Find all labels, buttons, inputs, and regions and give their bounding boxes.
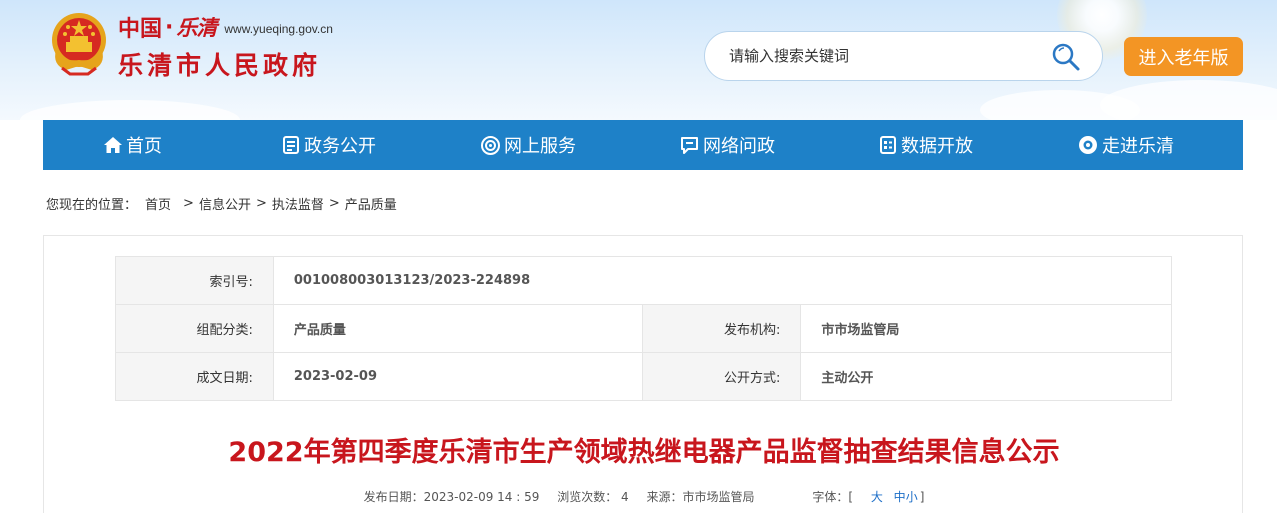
elder-mode-button[interactable]: 进入老年版 — [1124, 37, 1243, 76]
font-size-label: 字体：[ — [812, 490, 853, 504]
nav-label: 首页 — [126, 136, 162, 157]
table-row: 成文日期: 2023-02-09 公开方式: 主动公开 — [115, 352, 1172, 401]
date-value: 2023-02-09 — [272, 352, 643, 401]
nav-label: 数据开放 — [901, 136, 973, 157]
breadcrumb-separator: > — [255, 195, 267, 211]
chat-icon — [681, 136, 698, 154]
font-small-link[interactable]: 小 — [906, 490, 918, 504]
breadcrumb-item-info-disclosure[interactable]: 信息公开 — [199, 194, 251, 213]
nav-label: 走进乐清 — [1102, 136, 1174, 157]
nav-item-open-data[interactable]: 数据开放 — [878, 120, 973, 170]
publisher-label: 发布机构: — [641, 304, 802, 353]
table-row: 索引号: 001008003013123/2023-224898 — [115, 256, 1173, 305]
logo-dot: · — [165, 14, 174, 40]
font-size-close: ] — [919, 490, 925, 504]
nav-label: 网络问政 — [703, 136, 775, 157]
disclosure-value: 主动公开 — [800, 352, 1172, 401]
search-input[interactable] — [729, 32, 1039, 80]
nav-label: 政务公开 — [304, 136, 376, 157]
index-label: 索引号: — [115, 256, 274, 305]
site-header: 中国 · 乐清 www.yueqing.gov.cn 乐清市人民政府 进入老年版 — [0, 0, 1277, 120]
publisher-value: 市市场监管局 — [800, 304, 1172, 353]
search-box — [704, 31, 1103, 81]
article-source: 来源：市市场监管局 — [646, 490, 755, 504]
logo-calligraphy-text: 乐清 — [176, 15, 217, 40]
font-large-link[interactable]: 大 — [871, 490, 883, 504]
logo-url: www.yueqing.gov.cn — [224, 22, 333, 36]
document-icon — [283, 136, 299, 154]
font-size-control: 字体：[ 大 中小] — [805, 490, 924, 504]
publish-date: 发布日期：2023-02-09 14 : 59 — [363, 490, 540, 504]
disclosure-label: 公开方式: — [641, 352, 802, 401]
national-emblem-icon[interactable] — [48, 10, 110, 76]
breadcrumb-separator: > — [183, 195, 194, 211]
nav-item-about-yueqing[interactable]: 走进乐清 — [1077, 120, 1174, 170]
cloud-decoration — [20, 100, 240, 120]
view-count: 浏览次数： 4 — [557, 490, 629, 504]
nav-item-online-services[interactable]: 网上服务 — [480, 120, 576, 170]
metadata-table: 索引号: 001008003013123/2023-224898 组配分类: 产… — [115, 256, 1173, 401]
home-icon — [104, 137, 122, 153]
breadcrumb-separator: > — [328, 195, 340, 211]
article-title: 2022年第四季度乐清市生产领域热继电器产品监督抽查结果信息公示 — [228, 437, 1060, 468]
nav-item-government-affairs[interactable]: 政务公开 — [281, 120, 376, 170]
article-info: 发布日期：2023-02-09 14 : 59 浏览次数： 4 来源：市市场监管… — [44, 488, 1244, 505]
breadcrumb-item-law-enforcement[interactable]: 执法监督 — [272, 194, 324, 213]
index-value: 001008003013123/2023-224898 — [272, 256, 1173, 305]
service-icon — [481, 135, 500, 155]
main-nav: 首页 政务公开 网上服务 网络问政 数据开放 走进乐清 — [43, 120, 1243, 170]
table-row: 组配分类: 产品质量 发布机构: 市市场监管局 — [115, 304, 1172, 353]
nav-item-online-politics[interactable]: 网络问政 — [679, 120, 775, 170]
category-value: 产品质量 — [272, 304, 643, 353]
breadcrumb-prefix: 您现在的位置： — [46, 197, 138, 213]
eye-icon — [1079, 136, 1097, 154]
breadcrumb-item-home[interactable]: 首页 — [145, 194, 171, 213]
search-icon[interactable] — [1050, 41, 1082, 73]
data-icon — [880, 136, 896, 154]
nav-label: 网上服务 — [504, 136, 576, 157]
breadcrumb: 您现在的位置： 首页 > 信息公开 > 执法监督 > 产品质量 — [46, 194, 397, 213]
date-label: 成文日期: — [115, 352, 274, 401]
content-panel: 索引号: 001008003013123/2023-224898 组配分类: 产… — [43, 235, 1243, 513]
font-medium-link[interactable]: 中 — [894, 490, 906, 504]
site-logo-line: 中国 · 乐清 www.yueqing.gov.cn — [118, 13, 333, 43]
logo-china-text: 中国 — [118, 16, 163, 42]
nav-item-home[interactable]: 首页 — [103, 120, 162, 170]
cloud-decoration — [1100, 80, 1277, 120]
site-title[interactable]: 乐清市人民政府 — [118, 46, 321, 82]
breadcrumb-item-product-quality[interactable]: 产品质量 — [345, 194, 397, 213]
category-label: 组配分类: — [115, 304, 274, 353]
